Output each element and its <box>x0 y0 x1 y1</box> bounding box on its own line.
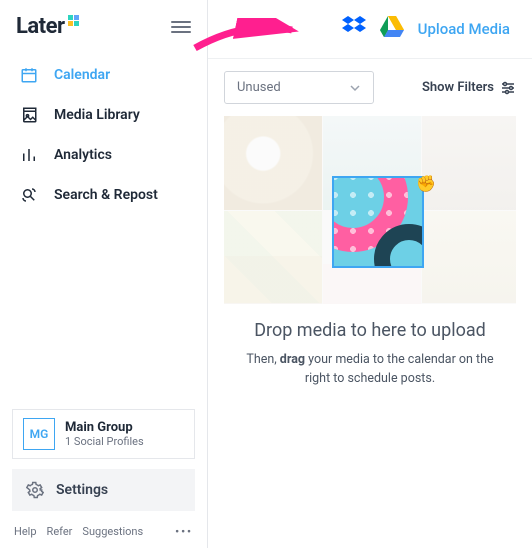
refer-link[interactable]: Refer <box>47 525 73 538</box>
main: Upload Media Unused Show Filters <box>208 0 532 548</box>
media-filter-dropdown[interactable]: Unused <box>224 71 374 104</box>
media-thumbnail <box>323 264 421 304</box>
selected-media-thumbnail[interactable] <box>332 176 424 268</box>
media-thumbnail <box>224 116 322 210</box>
media-area: ✊ Drop media to here to upload Then, dra… <box>208 116 532 409</box>
nav-label: Media Library <box>54 107 140 123</box>
footer-links: Help Refer Suggestions ••• <box>0 519 207 548</box>
dropbox-icon[interactable] <box>342 16 366 42</box>
nav-label: Analytics <box>54 147 112 163</box>
nav-calendar[interactable]: Calendar <box>0 55 207 95</box>
upload-media-button[interactable]: Upload Media <box>418 20 510 38</box>
group-badge: MG <box>23 418 55 450</box>
nav-search-repost[interactable]: Search & Repost <box>0 175 207 215</box>
group-selector[interactable]: MG Main Group 1 Social Profiles <box>12 409 195 459</box>
drop-title: Drop media to here to upload <box>244 320 496 341</box>
dropdown-value: Unused <box>237 80 281 95</box>
drop-subtitle: Then, drag your media to the calendar on… <box>244 351 496 389</box>
show-filters-label: Show Filters <box>422 80 494 95</box>
nav-media-library[interactable]: Media Library <box>0 95 207 135</box>
filter-bar: Unused Show Filters <box>208 59 532 116</box>
chevron-down-icon <box>349 82 361 94</box>
media-thumbnail <box>422 211 516 303</box>
gear-icon <box>26 481 44 499</box>
settings-button[interactable]: Settings <box>12 469 195 511</box>
logo-text: Later <box>16 14 65 39</box>
nav: Calendar Media Library Analytics Search … <box>0 47 207 399</box>
grab-cursor-icon: ✊ <box>416 174 436 193</box>
sliders-icon <box>500 80 516 96</box>
logo: Later <box>16 14 82 39</box>
more-icon[interactable]: ••• <box>175 525 193 538</box>
sidebar-top: Later <box>0 0 207 47</box>
drop-message: Drop media to here to upload Then, drag … <box>224 304 516 393</box>
settings-label: Settings <box>56 482 108 498</box>
search-repost-icon <box>18 186 40 204</box>
topbar: Upload Media <box>208 0 532 59</box>
logo-pixels-icon <box>68 15 82 27</box>
media-thumbnail <box>224 256 322 304</box>
nav-label: Calendar <box>54 67 110 83</box>
google-drive-icon[interactable] <box>380 16 404 42</box>
group-sub: 1 Social Profiles <box>65 435 144 448</box>
nav-analytics[interactable]: Analytics <box>0 135 207 175</box>
sidebar: Later Calendar Media Lib <box>0 0 208 548</box>
media-library-icon <box>18 106 40 124</box>
media-thumbnail <box>422 116 516 210</box>
nav-label: Search & Repost <box>54 187 158 203</box>
show-filters-button[interactable]: Show Filters <box>422 80 516 96</box>
group-info: Main Group 1 Social Profiles <box>65 420 144 448</box>
calendar-icon <box>18 66 40 84</box>
group-name: Main Group <box>65 420 144 435</box>
media-grid[interactable]: ✊ <box>224 116 516 304</box>
suggestions-link[interactable]: Suggestions <box>82 525 143 538</box>
help-link[interactable]: Help <box>14 525 37 538</box>
analytics-icon <box>18 146 40 164</box>
menu-toggle-icon[interactable] <box>171 18 191 36</box>
